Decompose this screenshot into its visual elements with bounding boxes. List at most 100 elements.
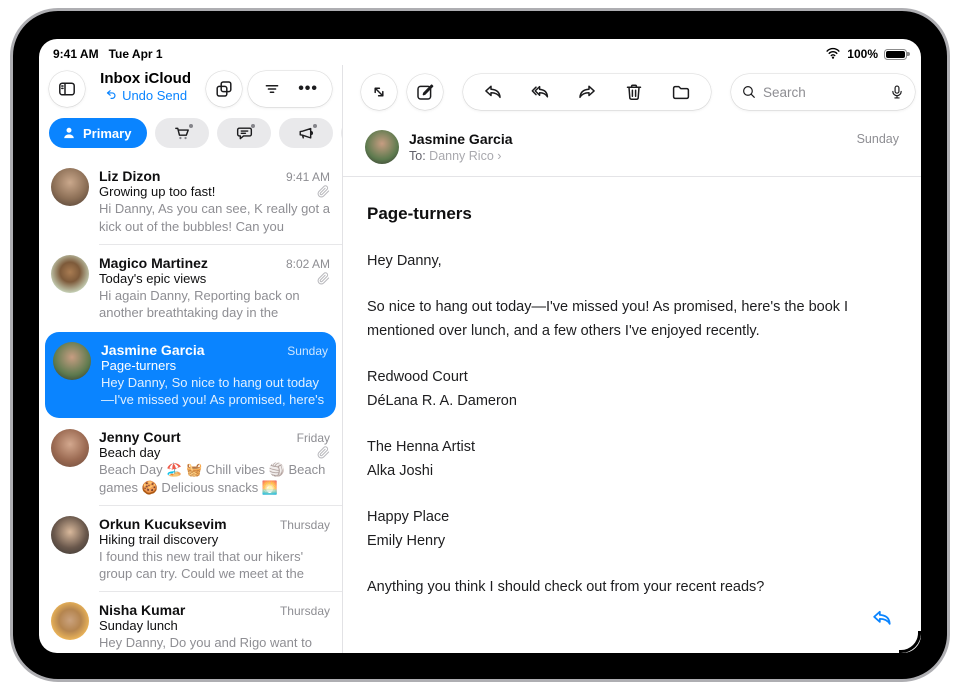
- sender-name: Nisha Kumar: [99, 602, 272, 618]
- more-button[interactable]: •••: [298, 81, 318, 97]
- message-subject: Today's epic views: [99, 271, 309, 286]
- mail-app: Inbox iCloud Undo Send •••: [39, 65, 921, 653]
- mailbox-titlebox: Inbox iCloud Undo Send: [91, 70, 200, 108]
- compose-button[interactable]: [407, 74, 443, 110]
- message-time: Thursday: [280, 518, 330, 532]
- body-intro: So nice to hang out today—I've missed yo…: [367, 296, 897, 343]
- status-date: Tue Apr 1: [109, 47, 163, 61]
- category-pill-promotions[interactable]: [279, 118, 333, 148]
- quick-reply-button[interactable]: [871, 607, 893, 629]
- trash-icon: [624, 82, 644, 102]
- ipad-bezel: 9:41 AM Tue Apr 1 100%: [10, 8, 950, 682]
- filter-button[interactable]: [262, 79, 282, 99]
- message-subject: Sunday lunch: [99, 618, 330, 633]
- primary-label: Primary: [83, 126, 131, 141]
- wifi-icon: [825, 46, 841, 62]
- reply-icon: [483, 82, 503, 102]
- message-row[interactable]: Magico Martinez8:02 AM Today's epic view…: [39, 245, 342, 331]
- sender-name: Jasmine Garcia: [101, 342, 279, 358]
- avatar: [51, 255, 89, 293]
- reply-all-button[interactable]: [530, 82, 550, 102]
- book-author: Emily Henry: [367, 530, 897, 553]
- category-pill-updates[interactable]: [217, 118, 271, 148]
- body-question: Anything you think I should check out fr…: [367, 576, 897, 599]
- message-actions: [463, 74, 711, 110]
- reply-arrow-icon: [871, 607, 893, 629]
- mailbox-title: Inbox iCloud: [91, 70, 200, 88]
- message-from: Jasmine Garcia: [409, 130, 513, 149]
- message-row[interactable]: Nisha Kumar Thursday Sunday lunch Hey Dan…: [39, 592, 342, 653]
- message-time: Thursday: [280, 604, 330, 618]
- filter-icon: [262, 79, 282, 99]
- status-time: 9:41 AM: [53, 47, 99, 61]
- category-pill-clipped[interactable]: [341, 118, 342, 148]
- avatar: [51, 602, 89, 640]
- person-icon: [61, 125, 77, 141]
- sidebar-toggle-button[interactable]: [49, 71, 85, 107]
- message-toolbar: [343, 65, 921, 119]
- battery-percent: 100%: [847, 47, 878, 61]
- mail-app-screen: 9:41 AM Tue Apr 1 100%: [39, 39, 921, 653]
- battery-icon: [884, 49, 907, 60]
- message-time: 9:41 AM: [286, 170, 330, 184]
- select-messages-button[interactable]: [206, 71, 242, 107]
- message-row-selected[interactable]: Jasmine GarciaSunday Page-turners Hey Da…: [45, 332, 336, 418]
- message-row[interactable]: Orkun KucuksevimThursday Hiking trail di…: [39, 506, 342, 592]
- undo-send-button[interactable]: Undo Send: [104, 88, 187, 104]
- body-greeting: Hey Danny,: [367, 250, 897, 273]
- reading-pane: Jasmine Garcia To: Danny Rico › Sunday P…: [343, 65, 921, 653]
- message-header: Jasmine Garcia To: Danny Rico › Sunday: [343, 119, 921, 177]
- book-recommendation: Redwood Court DéLana R. A. Dameron: [367, 366, 897, 413]
- to-label: To:: [409, 149, 426, 163]
- search-icon: [741, 84, 757, 100]
- page: 9:41 AM Tue Apr 1 100%: [0, 0, 960, 690]
- book-recommendation: The Henna Artist Alka Joshi: [367, 436, 897, 483]
- expand-icon: [369, 82, 389, 102]
- forward-button[interactable]: [577, 82, 597, 102]
- avatar: [53, 342, 91, 380]
- category-bar: Primary: [39, 114, 342, 158]
- message-row[interactable]: Liz Dizon 9:41 AM Growing up too fast! Hi…: [39, 158, 342, 244]
- reply-all-icon: [530, 82, 550, 102]
- trash-button[interactable]: [624, 82, 644, 102]
- message-time: Friday: [297, 431, 330, 445]
- message-preview: Hey Danny, Do you and Rigo want to come …: [99, 634, 330, 653]
- book-title: The Henna Artist: [367, 436, 897, 459]
- reply-button[interactable]: [483, 82, 503, 102]
- message-preview: Hi Danny, As you can see, K really got a…: [99, 200, 330, 234]
- category-pill-primary[interactable]: Primary: [49, 118, 147, 148]
- message-row[interactable]: Jenny Court Friday Beach day Beach Day 🏖️…: [39, 419, 342, 505]
- forward-icon: [577, 82, 597, 102]
- badge-dot: [251, 124, 255, 128]
- message-subject: Beach day: [99, 445, 309, 460]
- mic-icon[interactable]: [889, 84, 905, 100]
- sender-name: Jenny Court: [99, 429, 289, 445]
- category-pill-transactions[interactable]: [155, 118, 209, 148]
- undo-send-label: Undo Send: [122, 88, 187, 104]
- message-body: Hey Danny, So nice to hang out today—I'v…: [343, 224, 921, 649]
- search-input[interactable]: [763, 85, 883, 100]
- paperclip-icon: [317, 185, 330, 198]
- avatar: [51, 168, 89, 206]
- status-bar: 9:41 AM Tue Apr 1 100%: [39, 39, 921, 65]
- mailbox-header: Inbox iCloud Undo Send •••: [39, 65, 342, 114]
- paperclip-icon: [317, 446, 330, 459]
- book-title: Happy Place: [367, 506, 897, 529]
- search-field[interactable]: [731, 74, 915, 110]
- sender-name: Liz Dizon: [99, 168, 278, 184]
- message-time: 8:02 AM: [286, 257, 330, 271]
- move-to-folder-button[interactable]: [671, 82, 691, 102]
- undo-icon: [104, 88, 119, 103]
- message-preview: Beach Day 🏖️ 🧺 Chill vibes 🏐 Beach games…: [99, 461, 330, 495]
- message-date: Sunday: [857, 130, 899, 146]
- sidebar-icon: [57, 79, 77, 99]
- avatar: [51, 429, 89, 467]
- book-author: DéLana R. A. Dameron: [367, 390, 897, 413]
- expand-button[interactable]: [361, 74, 397, 110]
- book-recommendation: Happy Place Emily Henry: [367, 506, 897, 553]
- mailbox-pane: Inbox iCloud Undo Send •••: [39, 65, 343, 653]
- message-time: Sunday: [287, 344, 328, 358]
- message-to-line[interactable]: To: Danny Rico ›: [409, 149, 513, 163]
- copy-icon: [214, 79, 234, 99]
- message-subject: Growing up too fast!: [99, 184, 309, 199]
